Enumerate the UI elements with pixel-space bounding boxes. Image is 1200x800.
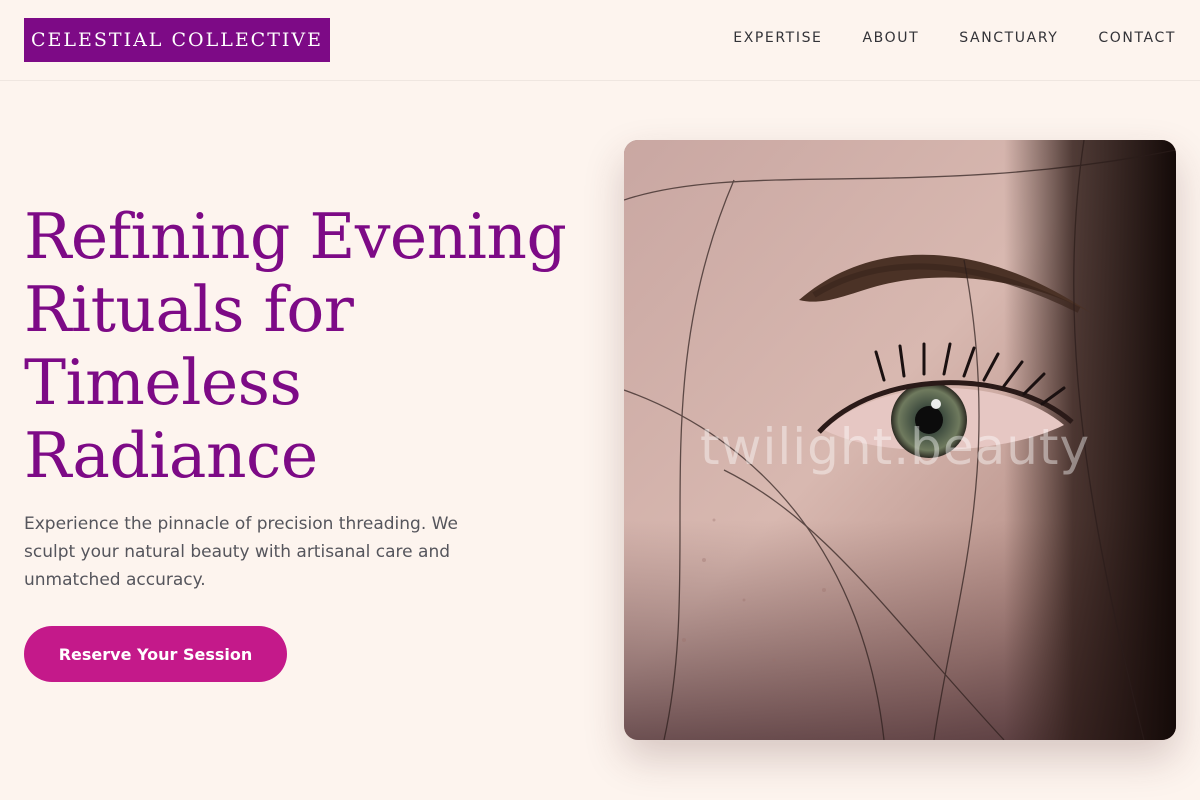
brand-logo[interactable]: CELESTIAL COLLECTIVE: [24, 18, 330, 62]
site-header: CELESTIAL COLLECTIVE EXPERTISE ABOUT SAN…: [0, 0, 1200, 81]
image-watermark: twilight.beauty: [700, 418, 1091, 476]
nav-link-contact[interactable]: CONTACT: [1098, 30, 1176, 46]
hero-description: Experience the pinnacle of precision thr…: [24, 514, 458, 590]
nav-link-about[interactable]: ABOUT: [863, 30, 920, 46]
hero-headline: Refining Evening Rituals for Timeless Ra…: [24, 200, 567, 492]
hero-image: twilight.beauty: [624, 140, 1176, 740]
nav-link-sanctuary[interactable]: SANCTUARY: [959, 30, 1058, 46]
nav-link-expertise[interactable]: EXPERTISE: [733, 30, 822, 46]
reserve-session-button[interactable]: Reserve Your Session: [24, 626, 287, 682]
main-nav: EXPERTISE ABOUT SANCTUARY CONTACT: [733, 30, 1176, 46]
